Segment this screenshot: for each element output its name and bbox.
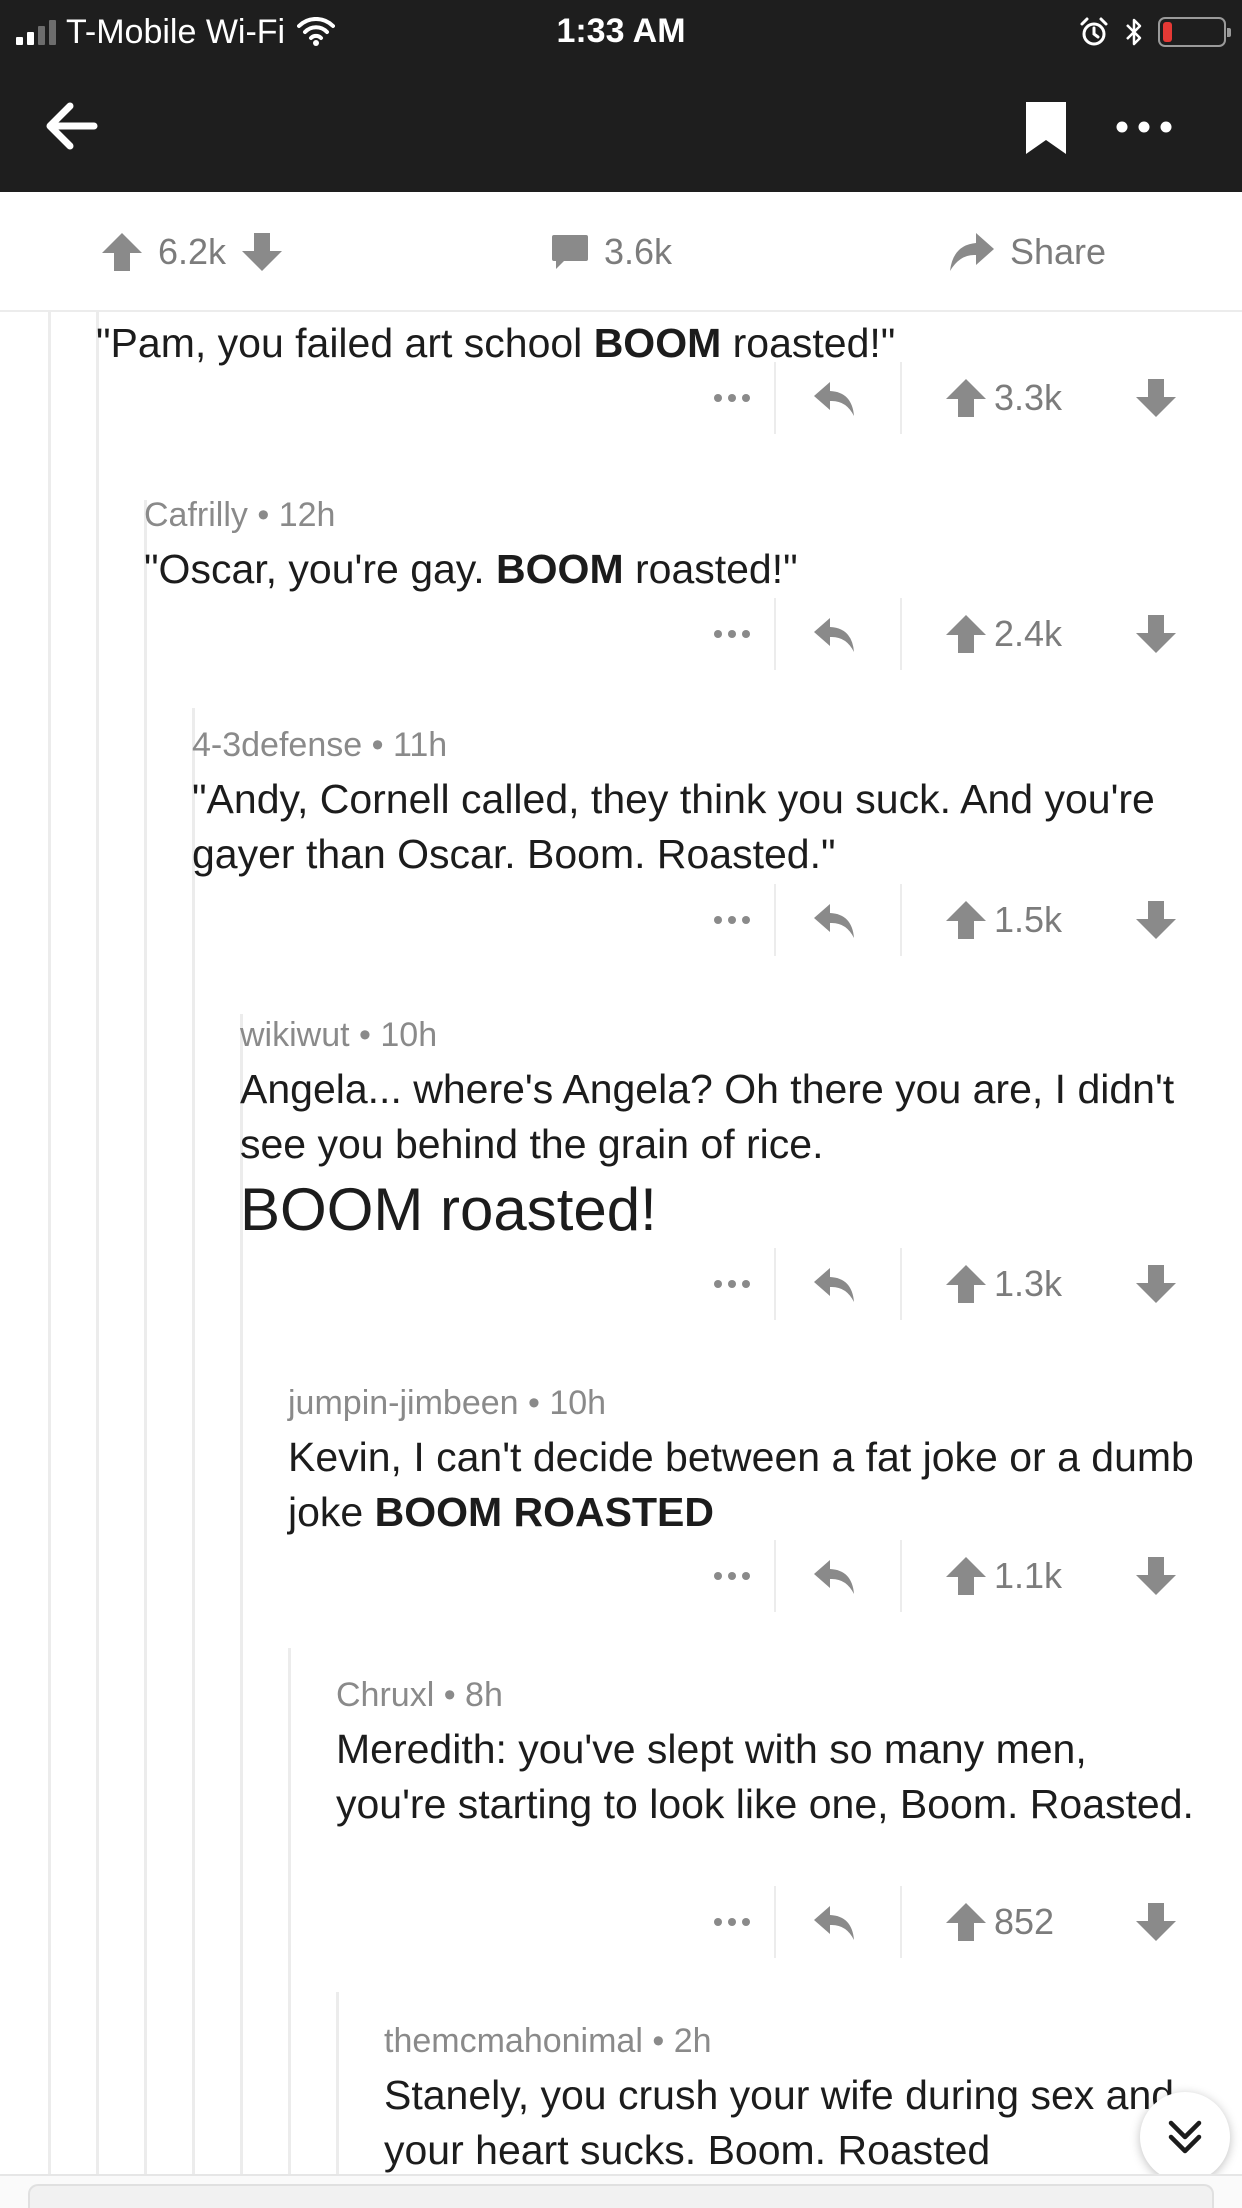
thread-rail	[48, 312, 51, 2174]
comment-actions: 1.3k	[682, 1248, 1202, 1320]
comment-actions: 2.4k	[682, 598, 1202, 670]
battery-icon	[1158, 17, 1231, 47]
more-icon[interactable]	[682, 1886, 782, 1958]
downvote-icon[interactable]	[1134, 376, 1178, 420]
comment-body: "Andy, Cornell called, they think you su…	[192, 776, 1155, 877]
comment-actions: 852	[682, 1886, 1202, 1958]
upvote-icon[interactable]	[944, 1262, 988, 1306]
comment-body: "Oscar, you're gay. BOOM roasted!"	[144, 546, 798, 592]
upvote-icon[interactable]	[944, 1900, 988, 1944]
comment-meta: 4-3defense • 11h	[192, 726, 448, 764]
reply-input[interactable]	[28, 2184, 1214, 2208]
comment: Chruxl • 8h Meredith: you've slept with …	[336, 1672, 1202, 1832]
comment-age: 10h	[549, 1384, 607, 1422]
share-icon	[950, 233, 994, 271]
comment-icon	[552, 235, 588, 269]
upvote-icon[interactable]	[944, 898, 988, 942]
comment-meta: themcmahonimal • 2h	[384, 2022, 712, 2060]
comment-actions: 1.1k	[682, 1540, 1202, 1612]
comment: Cafrilly • 12h "Oscar, you're gay. BOOM …	[144, 492, 1202, 597]
comment-score: 1.1k	[994, 1555, 1063, 1596]
more-icon[interactable]	[682, 884, 782, 956]
more-icon[interactable]	[682, 1248, 782, 1320]
comment-author[interactable]: wikiwut	[240, 1016, 350, 1054]
comment-age: 10h	[380, 1016, 438, 1054]
downvote-icon[interactable]	[1134, 898, 1178, 942]
comment-author[interactable]: jumpin-jimbeen	[288, 1384, 519, 1422]
comment-score: 3.3k	[994, 377, 1063, 418]
reply-icon[interactable]	[810, 610, 858, 658]
nav-bar	[0, 62, 1242, 192]
comment-body: Meredith: you've slept with so many men,…	[336, 1726, 1194, 1827]
thread-rail	[288, 1648, 291, 2174]
upvote-icon[interactable]	[944, 612, 988, 656]
more-icon[interactable]	[1112, 112, 1176, 142]
comment-age: 12h	[278, 496, 336, 534]
post-action-bar: 6.2k 3.6k Share	[0, 192, 1242, 312]
jump-to-next-button[interactable]	[1140, 2092, 1230, 2182]
thread-rail	[336, 1992, 339, 2174]
reply-icon[interactable]	[810, 374, 858, 422]
comment-heading: BOOM roasted!	[240, 1176, 657, 1243]
comment-score: 2.4k	[994, 613, 1063, 654]
comment: 4-3defense • 11h "Andy, Cornell called, …	[192, 722, 1202, 882]
comment: wikiwut • 10h Angela... where's Angela? …	[240, 1012, 1202, 1246]
comment: jumpin-jimbeen • 10h Kevin, I can't deci…	[288, 1380, 1202, 1540]
post-score: 6.2k	[158, 231, 227, 272]
bottom-bar	[0, 2174, 1242, 2208]
comment-meta: wikiwut • 10h	[240, 1016, 438, 1054]
upvote-icon[interactable]	[944, 1554, 988, 1598]
share-button[interactable]: Share	[948, 226, 1106, 278]
comment-body: Angela... where's Angela? Oh there you a…	[240, 1062, 1202, 1246]
share-label: Share	[1010, 231, 1107, 272]
comment-author[interactable]: themcmahonimal	[384, 2022, 643, 2060]
comment-author[interactable]: Chruxl	[336, 1676, 434, 1714]
reply-icon[interactable]	[810, 1552, 858, 1600]
downvote-icon[interactable]	[1134, 1262, 1178, 1306]
reply-icon[interactable]	[810, 1260, 858, 1308]
comment-meta: Cafrilly • 12h	[144, 496, 336, 534]
comment-thread: "Pam, you failed art school BOOM roasted…	[0, 312, 1242, 2174]
comment-meta: Chruxl • 8h	[336, 1676, 503, 1714]
bluetooth-icon	[1126, 18, 1142, 46]
comment-score: 1.3k	[994, 1263, 1063, 1304]
status-bar: T-Mobile Wi-Fi 1:33 AM	[0, 0, 1242, 62]
comment-author[interactable]: Cafrilly	[144, 496, 248, 534]
status-right	[1078, 12, 1231, 52]
more-icon[interactable]	[682, 1540, 782, 1612]
more-icon[interactable]	[682, 362, 782, 434]
post-votes: 6.2k	[100, 226, 284, 278]
comment-actions: 1.5k	[682, 884, 1202, 956]
thread-rail	[96, 312, 99, 2174]
downvote-icon[interactable]	[1134, 1900, 1178, 1944]
bookmark-icon[interactable]	[1022, 100, 1070, 156]
alarm-icon	[1080, 17, 1108, 46]
comment-age: 2h	[673, 2022, 712, 2060]
comment-meta: jumpin-jimbeen • 10h	[288, 1384, 607, 1422]
comment-count: 3.6k	[604, 231, 673, 272]
downvote-icon[interactable]	[240, 230, 284, 274]
downvote-icon[interactable]	[1134, 612, 1178, 656]
comment-body: Stanely, you crush your wife during sex …	[384, 2072, 1175, 2173]
thread-rail	[144, 500, 147, 2174]
comment-score: 852	[994, 1901, 1055, 1942]
comment-author[interactable]: 4-3defense	[192, 726, 362, 764]
reply-icon[interactable]	[810, 896, 858, 944]
double-chevron-down-icon	[1168, 2120, 1202, 2154]
comment-body: Kevin, I can't decide between a fat joke…	[288, 1434, 1194, 1535]
comment: themcmahonimal • 2h Stanely, you crush y…	[384, 2018, 1202, 2174]
clock: 1:33 AM	[556, 12, 686, 50]
comment-actions: 3.3k	[682, 362, 1202, 434]
comment-score: 1.5k	[994, 899, 1063, 940]
more-icon[interactable]	[682, 598, 782, 670]
reply-icon[interactable]	[810, 1898, 858, 1946]
thread-rail	[192, 708, 195, 2174]
arrow-left-icon[interactable]	[40, 94, 104, 158]
comment-age: 11h	[392, 726, 448, 764]
upvote-icon[interactable]	[100, 230, 144, 274]
comment-age: 8h	[465, 1676, 503, 1714]
upvote-icon[interactable]	[944, 376, 988, 420]
downvote-icon[interactable]	[1134, 1554, 1178, 1598]
comments-button[interactable]: 3.6k	[550, 226, 672, 278]
